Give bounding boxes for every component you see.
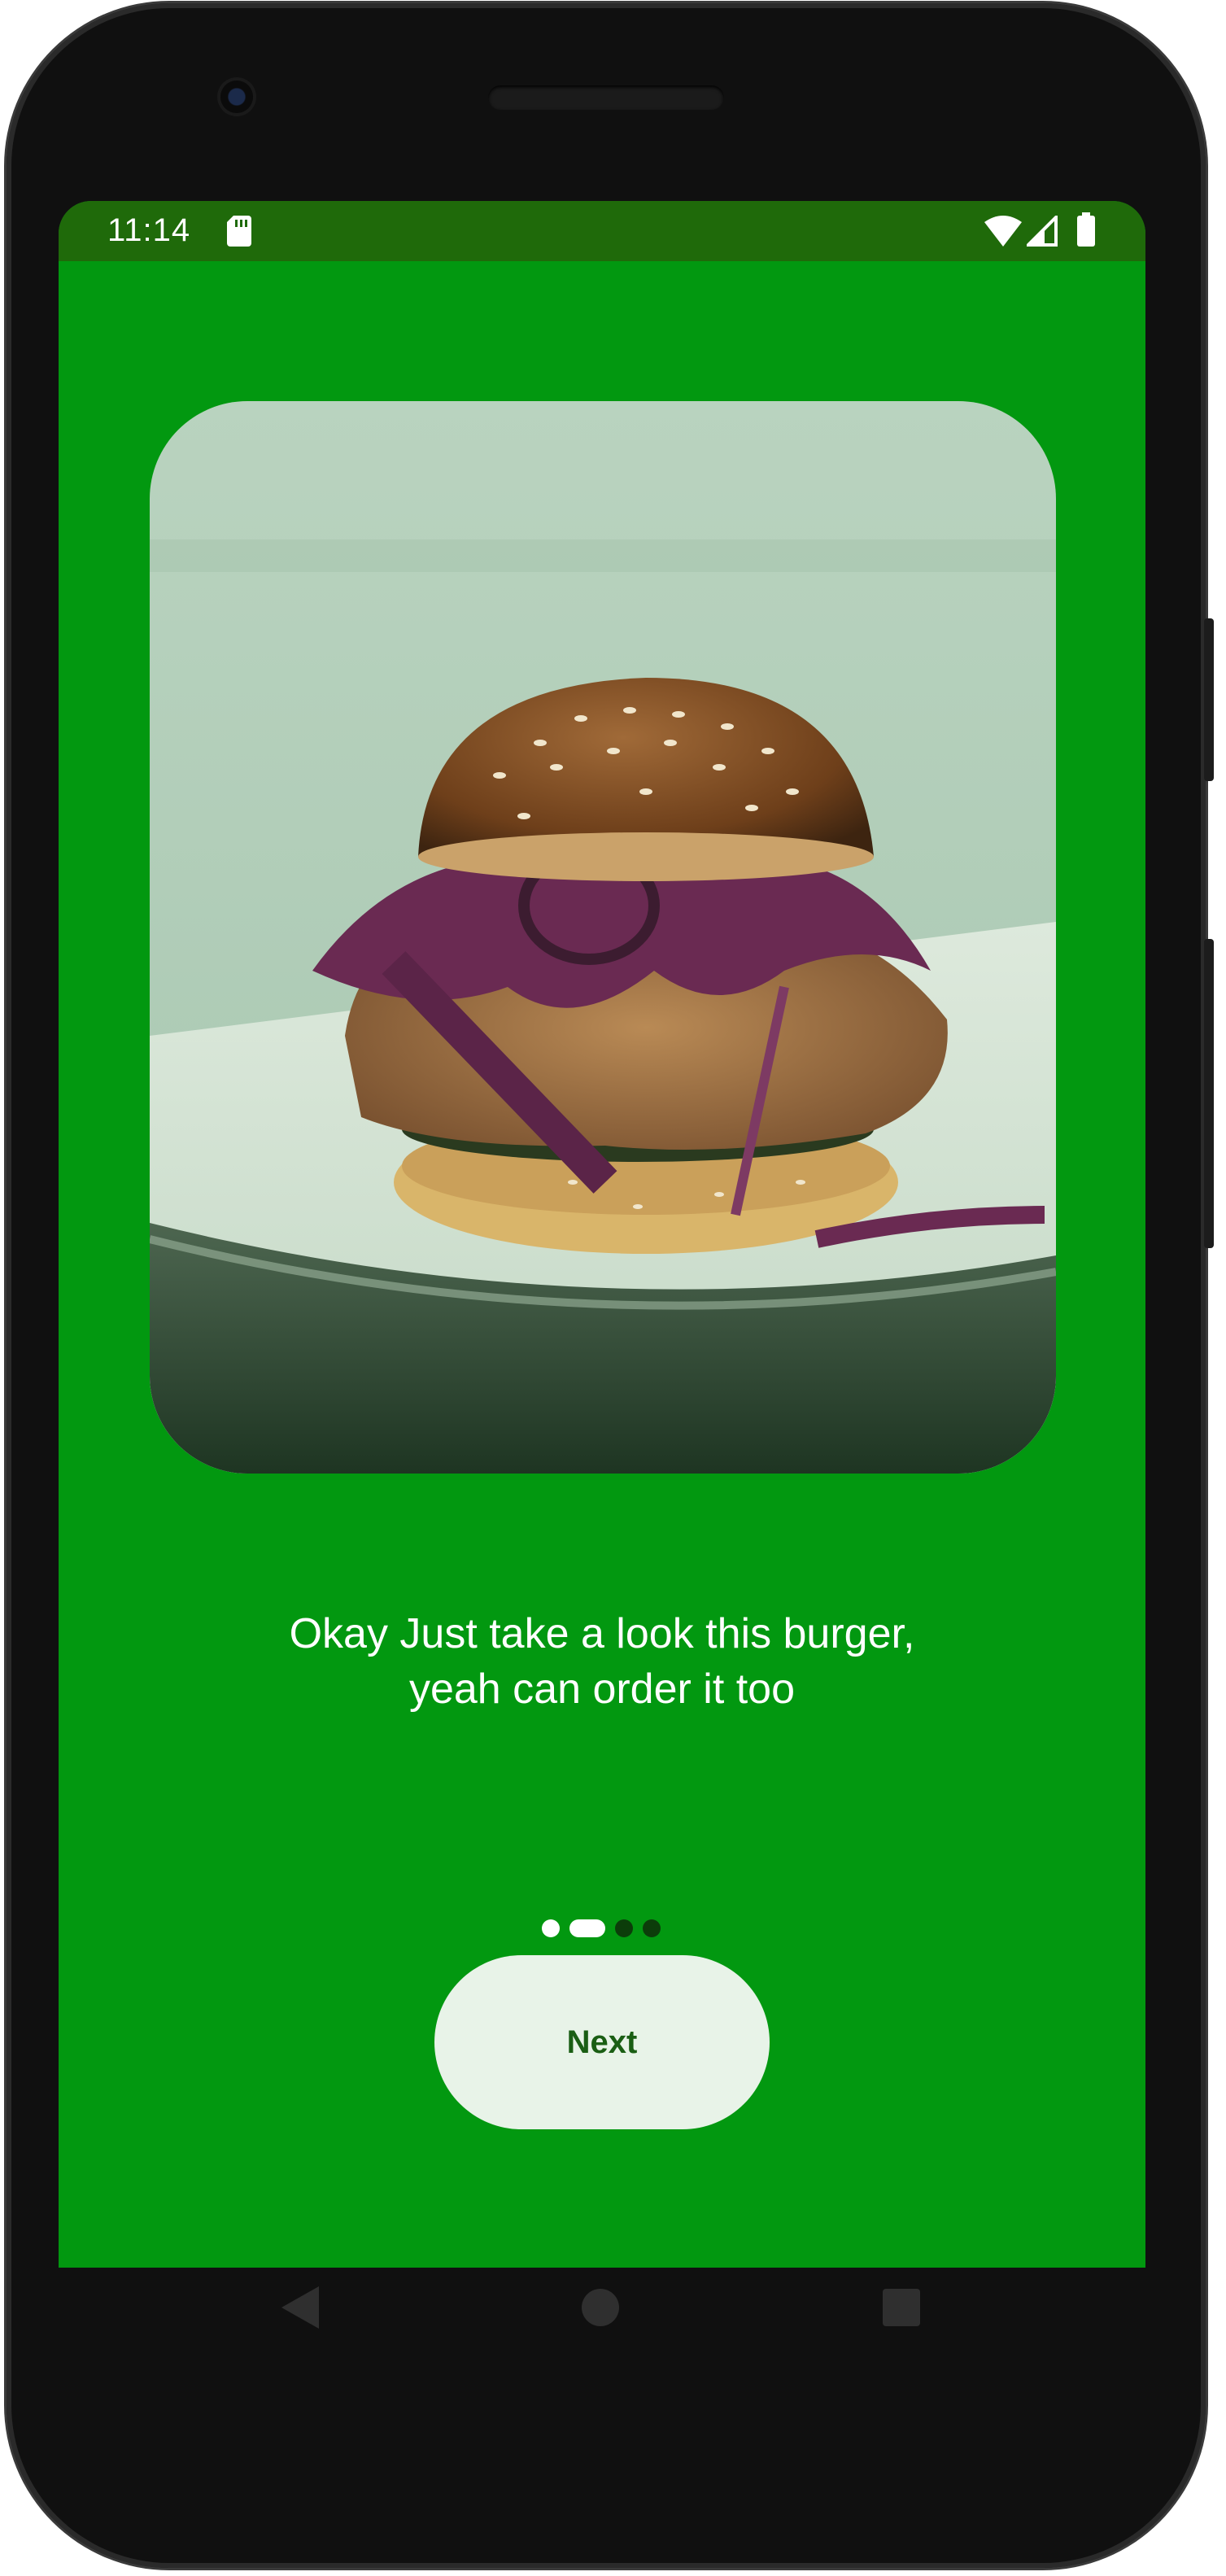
onboarding-caption: Okay Just take a look this burger, yeah …	[289, 1610, 915, 1713]
wifi-icon	[984, 216, 1022, 247]
page-dot	[615, 1919, 633, 1937]
page-dot-active	[569, 1919, 605, 1937]
system-nav-bar	[59, 2254, 1145, 2384]
earpiece-speaker	[488, 85, 724, 110]
page-dot	[643, 1919, 661, 1937]
recents-icon[interactable]	[882, 2288, 921, 2327]
signal-icon	[1027, 216, 1058, 247]
front-camera	[220, 81, 253, 113]
back-icon[interactable]	[278, 2285, 321, 2330]
page-dot	[542, 1919, 560, 1937]
app-screen: 11:14 Okay Just take a look this burger,…	[59, 201, 1145, 2268]
battery-icon	[1077, 212, 1095, 247]
volume-button	[1204, 939, 1214, 1248]
home-icon[interactable]	[581, 2288, 620, 2327]
sd-card-icon	[227, 216, 251, 247]
status-time: 11:14	[107, 212, 191, 248]
burger-photo	[150, 401, 1056, 1474]
page-indicator	[542, 1919, 661, 1937]
power-button	[1204, 618, 1214, 781]
status-bar: 11:14	[59, 201, 1145, 261]
next-button[interactable]: Next	[434, 1955, 770, 2129]
